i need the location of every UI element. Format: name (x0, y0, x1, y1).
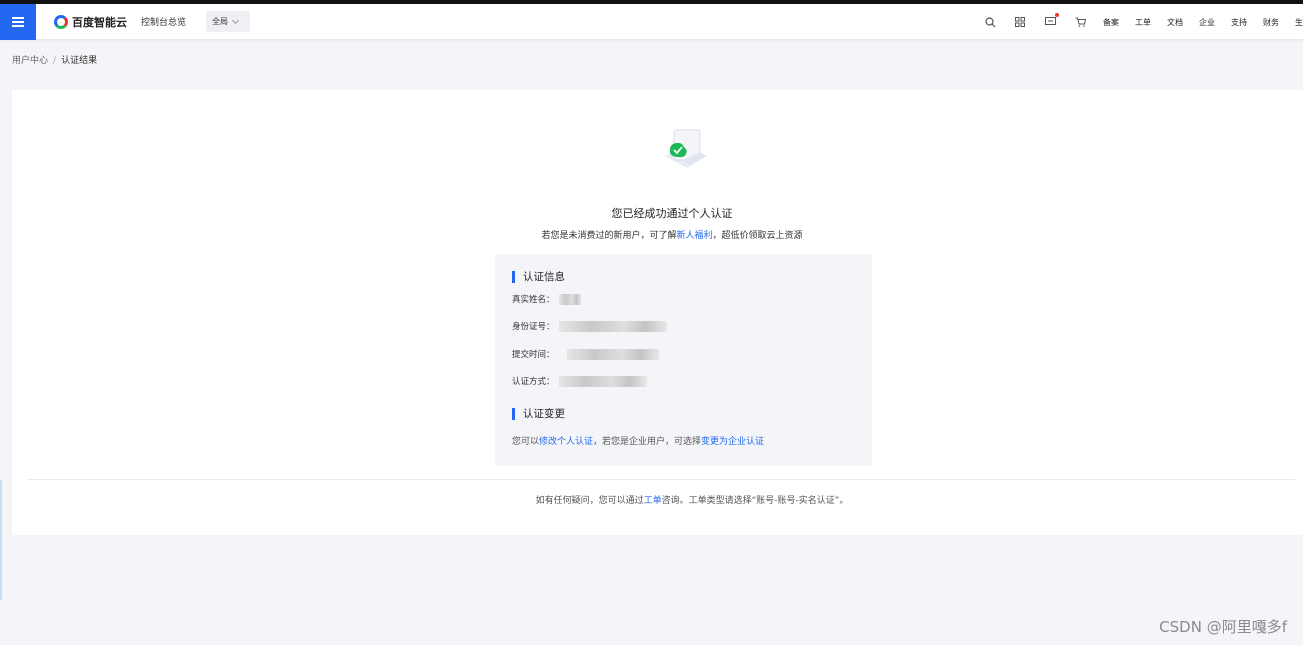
field-label: 身份证号： (512, 322, 555, 332)
change-to-enterprise-link[interactable]: 变更为企业认证 (701, 437, 764, 447)
info-row-id-number: 身份证号： (512, 320, 667, 332)
breadcrumb: 用户中心 / 认证结果 (12, 53, 97, 66)
nav-finance[interactable]: 财务 (1263, 17, 1279, 28)
change-prefix: 您可以 (512, 437, 540, 447)
subtitle-prefix: 若您是未消费过的新用户，可了解 (541, 231, 677, 241)
breadcrumb-current: 认证结果 (61, 56, 98, 66)
nav-enterprise[interactable]: 企业 (1199, 17, 1215, 28)
redacted-value (558, 320, 667, 332)
console-overview-link[interactable]: 控制台总览 (141, 15, 186, 28)
left-edge-strip (0, 480, 2, 600)
change-text: 您可以修改个人认证，若您是企业用户，可选择变更为企业认证 (512, 434, 764, 447)
info-row-name: 真实姓名： (512, 293, 581, 305)
redacted-value (558, 375, 647, 387)
region-label: 全局 (212, 17, 228, 26)
top-navbar: 百度智能云 控制台总览 全局 备案 工单 文档 企业 支持 财务 生 (0, 4, 1303, 40)
field-label: 认证方式： (512, 377, 555, 387)
change-section-title: 认证变更 (512, 408, 565, 420)
info-section-title: 认证信息 (512, 271, 565, 283)
info-row-method: 认证方式： (512, 375, 647, 387)
ticket-link[interactable]: 工单 (644, 496, 662, 506)
logo-mark-icon (54, 15, 68, 29)
header-right-nav: 备案 工单 文档 企业 支持 财务 生 (975, 4, 1303, 40)
apps-grid-icon[interactable] (1005, 4, 1035, 40)
logo-text: 百度智能云 (72, 16, 127, 29)
nav-more[interactable]: 生 (1295, 17, 1303, 28)
menu-icon[interactable] (0, 4, 36, 40)
verification-info-panel: 认证信息 真实姓名： 身份证号： 提交时间： 认证方式： 认证变更 您可以修改个… (495, 254, 872, 466)
logo[interactable]: 百度智能云 (54, 13, 127, 31)
redacted-value (558, 293, 581, 305)
success-illustration-icon (660, 126, 710, 176)
info-row-submit-time: 提交时间： (512, 348, 659, 360)
breadcrumb-separator: / (53, 56, 57, 66)
watermark: CSDN @阿里嘎多f (1159, 618, 1287, 636)
nav-support[interactable]: 支持 (1231, 17, 1247, 28)
subtitle-suffix: ，超低价领取云上资源 (712, 231, 803, 241)
result-subtitle: 若您是未消费过的新用户，可了解新人福利，超低价领取云上资源 (12, 228, 1303, 241)
modify-personal-auth-link[interactable]: 修改个人认证 (539, 437, 593, 447)
field-label: 提交时间： (512, 350, 555, 360)
nav-ticket[interactable]: 工单 (1135, 17, 1151, 28)
field-label: 真实姓名： (512, 295, 555, 305)
redacted-value (566, 348, 659, 360)
nav-docs[interactable]: 文档 (1167, 17, 1183, 28)
divider (28, 479, 1295, 480)
result-card: 您已经成功通过个人认证 若您是未消费过的新用户，可了解新人福利，超低价领取云上资… (12, 90, 1303, 535)
footer-suffix: 咨询。工单类型请选择“账号-账号-实名认证”。 (661, 496, 849, 506)
cart-icon[interactable] (1065, 4, 1095, 40)
new-user-benefit-link[interactable]: 新人福利 (676, 231, 712, 241)
message-icon[interactable] (1035, 4, 1065, 40)
chevron-down-icon (231, 16, 240, 24)
footer-prefix: 如有任何疑问，您可以通过 (535, 496, 644, 506)
result-title: 您已经成功通过个人认证 (611, 207, 733, 220)
region-select[interactable]: 全局 (206, 11, 250, 32)
breadcrumb-user-center[interactable]: 用户中心 (12, 56, 48, 66)
nav-beian[interactable]: 备案 (1103, 17, 1119, 28)
change-middle: ，若您是企业用户，可选择 (593, 437, 702, 447)
help-footer: 如有任何疑问，您可以通过工单咨询。工单类型请选择“账号-账号-实名认证”。 (12, 493, 1303, 506)
search-icon[interactable] (975, 4, 1005, 40)
